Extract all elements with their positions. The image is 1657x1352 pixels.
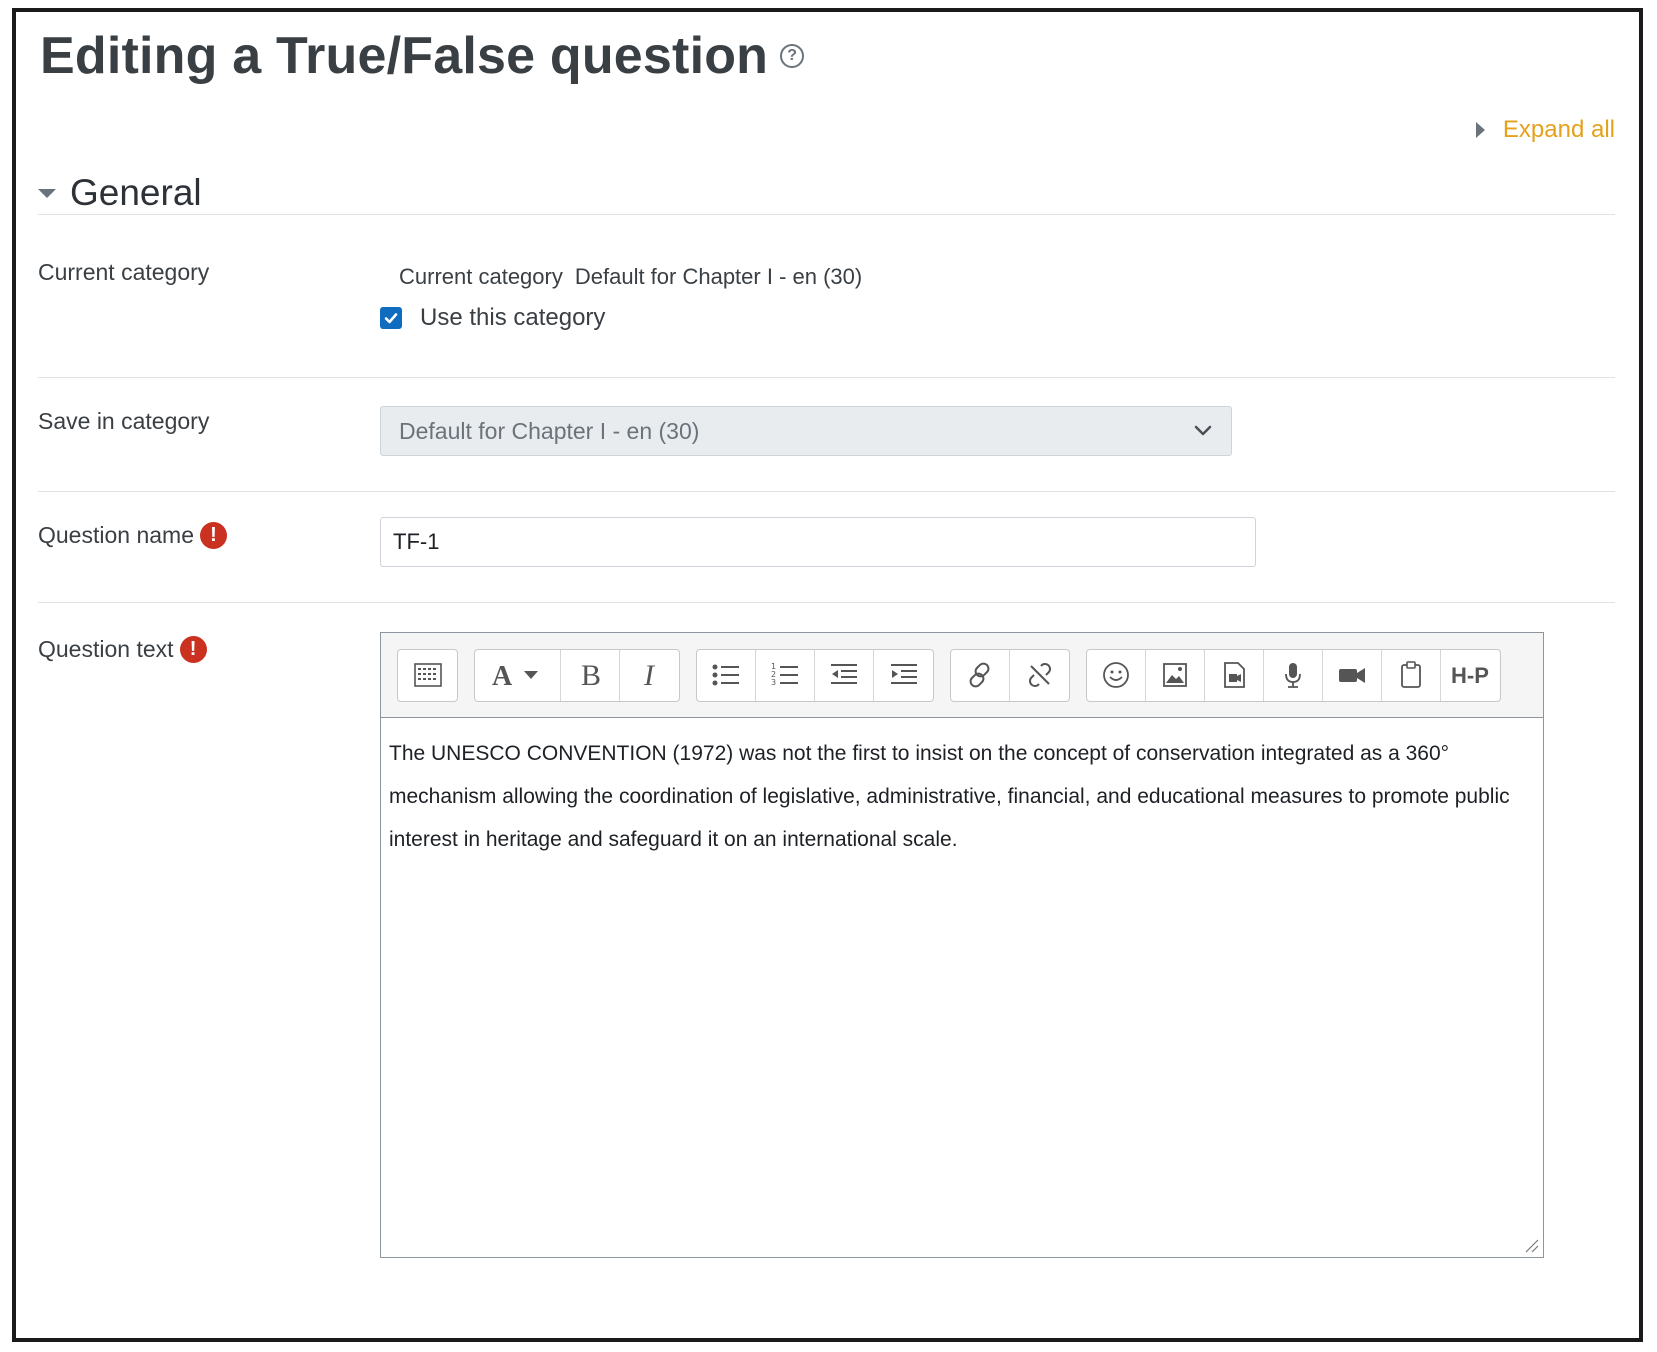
- video-icon: [1339, 668, 1365, 683]
- emoji-button[interactable]: [1087, 649, 1146, 701]
- italic-button[interactable]: I: [620, 650, 679, 701]
- current-category-inline-label: Current category: [399, 264, 563, 289]
- media-icon: [1224, 662, 1245, 688]
- emoji-icon: [1103, 662, 1129, 688]
- outdent-icon: [831, 664, 857, 684]
- bold-button[interactable]: B: [561, 649, 620, 701]
- h5p-icon: H-P: [1451, 663, 1489, 688]
- svg-text:A: A: [492, 661, 513, 690]
- save-in-category-label-text: Save in category: [38, 408, 210, 434]
- indent-icon: [890, 664, 917, 684]
- question-name-label: Question name !: [38, 522, 227, 549]
- outdent-button[interactable]: [815, 649, 874, 701]
- question-name-label-text: Question name: [38, 522, 194, 548]
- toolbar-toggle-icon: [413, 663, 442, 687]
- question-text-editor: A B I 1 2 3 H-P The UNESCO CONVENTION (1…: [380, 632, 1544, 1258]
- link-icon: [969, 662, 990, 688]
- ordered-list-icon: 123: [771, 662, 798, 687]
- toolbar-toggle-button[interactable]: [398, 650, 457, 701]
- current-category-label-text: Current category: [38, 259, 210, 285]
- h5p-button[interactable]: H-P: [1441, 650, 1500, 701]
- media-button[interactable]: [1205, 649, 1264, 701]
- editor-toolbar: A B I 1 2 3 H-P: [381, 633, 1543, 718]
- font-style-button[interactable]: A: [475, 649, 561, 701]
- expand-all-link[interactable]: Expand all: [1475, 116, 1615, 144]
- image-icon: [1163, 663, 1187, 687]
- font-style-icon: A: [492, 661, 538, 690]
- row-divider: [38, 602, 1615, 603]
- row-divider: [38, 377, 1615, 378]
- question-name-input[interactable]: TF-1: [380, 517, 1256, 567]
- question-text-content[interactable]: The UNESCO CONVENTION (1972) was not the…: [381, 718, 1543, 861]
- section-title: General: [70, 172, 202, 213]
- unlink-icon: [1028, 663, 1051, 687]
- section-divider: [38, 214, 1615, 215]
- svg-text:I: I: [643, 660, 656, 690]
- indent-button[interactable]: [874, 650, 933, 701]
- ordered-list-button[interactable]: 123: [756, 649, 815, 701]
- current-category-label: Current category: [38, 259, 209, 286]
- question-edit-page: Editing a True/False question ? Expand a…: [12, 8, 1643, 1342]
- microphone-button[interactable]: [1264, 649, 1323, 701]
- save-in-category-select[interactable]: Default for Chapter I - en (30): [380, 406, 1232, 456]
- unordered-list-icon: [712, 664, 739, 686]
- checkmark-icon: [384, 313, 398, 324]
- toolbar-group-style: A B I: [474, 648, 680, 702]
- row-divider: [38, 491, 1615, 492]
- paste-button[interactable]: [1382, 649, 1441, 701]
- question-text-value: The UNESCO CONVENTION (1972) was not the…: [389, 742, 1510, 851]
- toolbar-group-lists: 123: [696, 648, 934, 702]
- current-category-value: Default for Chapter I - en (30): [574, 264, 863, 289]
- use-this-category-checkbox[interactable]: [380, 307, 402, 329]
- toolbar-group-insert: H-P: [1086, 648, 1501, 702]
- bold-icon: B: [581, 660, 601, 690]
- image-button[interactable]: [1146, 649, 1205, 701]
- microphone-icon: [1285, 663, 1301, 688]
- save-in-category-selected: Default for Chapter I - en (30): [399, 417, 700, 444]
- video-button[interactable]: [1323, 649, 1382, 701]
- caret-right-icon: [1475, 122, 1485, 138]
- title-row: Editing a True/False question ?: [40, 26, 805, 86]
- paste-icon: [1401, 661, 1421, 688]
- question-name-value: TF-1: [393, 529, 440, 554]
- toolbar-group-links: [950, 648, 1070, 702]
- unlink-button[interactable]: [1010, 650, 1069, 701]
- resize-grip-icon[interactable]: [1523, 1237, 1539, 1253]
- use-this-category-checkbox-row[interactable]: Use this category: [380, 304, 605, 332]
- unordered-list-button[interactable]: [697, 649, 756, 701]
- svg-text:B: B: [581, 660, 601, 690]
- link-button[interactable]: [951, 649, 1010, 701]
- caret-down-icon: [38, 188, 56, 198]
- italic-icon: I: [643, 660, 656, 690]
- toolbar-group-toggle: [397, 648, 458, 702]
- question-text-label-text: Question text: [38, 636, 174, 662]
- current-category-display: Current category Default for Chapter I -…: [399, 264, 862, 290]
- save-in-category-label: Save in category: [38, 408, 209, 435]
- svg-text:3: 3: [771, 678, 776, 687]
- exclamation-circle-icon: !: [199, 522, 227, 549]
- section-general-toggle[interactable]: General: [38, 172, 202, 214]
- expand-all-label: Expand all: [1502, 116, 1615, 143]
- chevron-down-icon: [1194, 425, 1212, 436]
- question-circle-icon[interactable]: ?: [780, 44, 805, 68]
- svg-text:H-P: H-P: [1451, 663, 1489, 688]
- page-title: Editing a True/False question: [40, 27, 769, 85]
- use-this-category-label: Use this category: [420, 304, 606, 331]
- exclamation-circle-icon: !: [179, 636, 207, 663]
- question-text-label: Question text !: [38, 636, 207, 663]
